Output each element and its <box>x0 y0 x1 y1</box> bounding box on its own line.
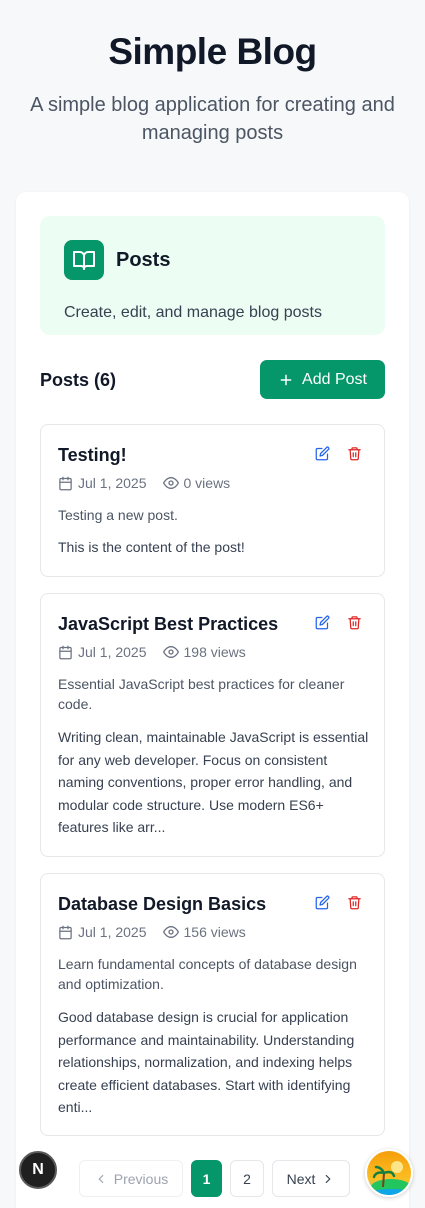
posts-banner: Posts Create, edit, and manage blog post… <box>40 216 385 335</box>
previous-button[interactable]: Previous <box>79 1160 183 1197</box>
post-meta: Jul 1, 2025 156 views <box>58 923 246 941</box>
calendar-icon <box>59 925 72 939</box>
post-card: Database Design Basics Jul 1, 2025 156 v… <box>40 873 385 1136</box>
calendar-icon <box>59 645 72 659</box>
banner-description: Create, edit, and manage blog posts <box>64 304 322 321</box>
post-views: 156 views <box>183 924 246 940</box>
calendar-icon <box>59 476 72 490</box>
avatar[interactable] <box>365 1149 413 1197</box>
eye-icon <box>162 645 179 659</box>
trash-icon[interactable] <box>346 894 363 911</box>
page-subtitle: A simple blog application for creating a… <box>30 94 395 144</box>
trash-icon[interactable] <box>346 614 363 631</box>
book-open-icon <box>64 240 104 280</box>
pagination: Previous 1 2 Next <box>79 1160 350 1197</box>
page-button-1[interactable]: 1 <box>191 1160 222 1197</box>
post-excerpt: Essential JavaScript best practices for … <box>58 676 345 712</box>
eye-icon <box>162 925 179 939</box>
post-meta: Jul 1, 2025 198 views <box>58 643 246 661</box>
post-date: Jul 1, 2025 <box>78 644 147 660</box>
banner-title: Posts <box>116 249 171 271</box>
next-button[interactable]: Next <box>272 1160 350 1197</box>
edit-icon[interactable] <box>314 445 331 462</box>
post-actions <box>314 445 363 462</box>
main-card: Posts Create, edit, and manage blog post… <box>16 192 409 1208</box>
post-views: 198 views <box>183 644 246 660</box>
chevron-left-icon <box>98 1174 104 1183</box>
post-meta: Jul 1, 2025 0 views <box>58 474 230 492</box>
add-post-button[interactable]: Add Post <box>260 360 385 399</box>
next-label: Next <box>286 1170 316 1187</box>
post-views: 0 views <box>183 475 231 491</box>
post-content: This is the content of the post! <box>58 539 245 555</box>
post-excerpt: Learn fundamental concepts of database d… <box>58 956 357 992</box>
post-excerpt: Testing a new post. <box>58 507 178 523</box>
page-header: Simple Blog A simple blog application fo… <box>0 0 425 147</box>
post-card: Testing! Jul 1, 2025 0 views Testing a n… <box>40 424 385 577</box>
trash-icon[interactable] <box>346 445 363 462</box>
post-date: Jul 1, 2025 <box>78 924 147 940</box>
post-date: Jul 1, 2025 <box>78 475 147 491</box>
post-content: Writing clean, maintainable JavaScript i… <box>58 729 369 835</box>
post-content: Good database design is crucial for appl… <box>58 1009 355 1115</box>
add-post-label: Add Post <box>302 370 367 388</box>
edit-icon[interactable] <box>314 614 331 631</box>
page-button-2[interactable]: 2 <box>230 1160 264 1197</box>
posts-count: Posts (6) <box>40 370 117 390</box>
plus-icon <box>280 374 292 385</box>
edit-icon[interactable] <box>314 894 331 911</box>
post-title: JavaScript Best Practices <box>58 614 279 634</box>
post-card: JavaScript Best Practices Jul 1, 2025 19… <box>40 593 385 857</box>
dev-tools-badge[interactable]: N <box>19 1151 57 1189</box>
chevron-right-icon <box>326 1174 331 1183</box>
post-actions <box>314 614 363 631</box>
post-actions <box>314 894 363 911</box>
eye-icon <box>162 476 179 490</box>
post-title: Database Design Basics <box>58 894 267 914</box>
page-title: Simple Blog <box>108 31 317 72</box>
post-title: Testing! <box>58 445 127 465</box>
previous-label: Previous <box>113 1170 169 1187</box>
